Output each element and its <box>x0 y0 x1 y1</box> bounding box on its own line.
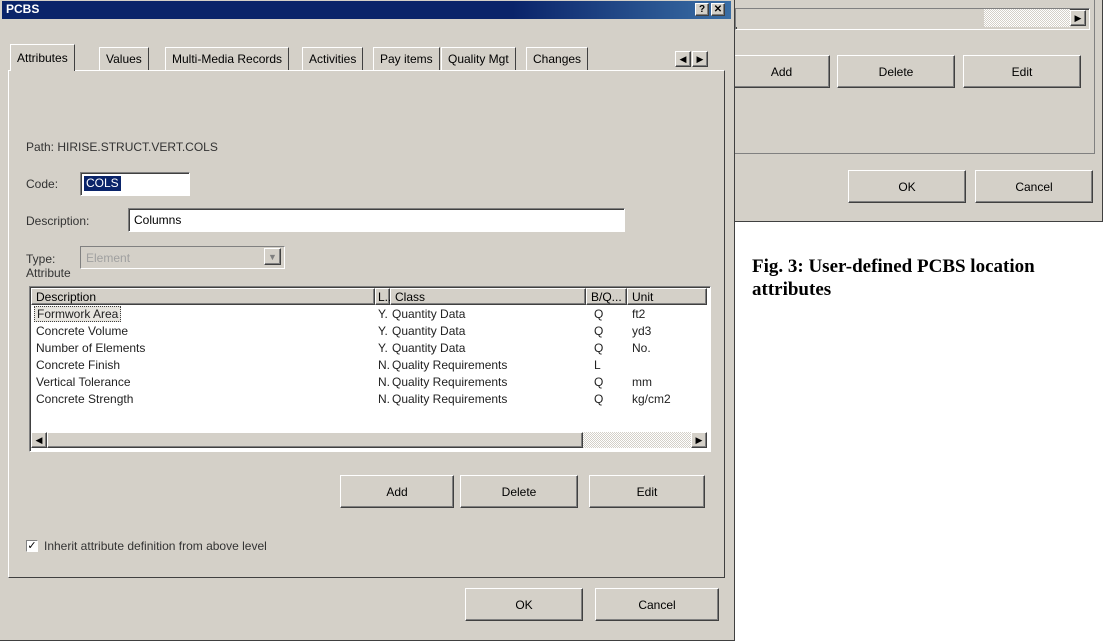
cell-class: Quality Requirements <box>392 358 508 372</box>
description-label: Description: <box>26 214 90 228</box>
cell-bq: Q <box>594 375 604 389</box>
cell-class: Quantity Data <box>392 324 466 338</box>
cell-description: Concrete Finish <box>36 358 121 372</box>
tab-activities[interactable]: Activities <box>302 47 364 70</box>
cell-bq: Q <box>594 392 604 406</box>
cell-description: Concrete Strength <box>36 392 134 406</box>
background-add-button[interactable]: Add <box>733 55 830 88</box>
title-bar[interactable]: PCBS ? ✕ <box>2 1 731 19</box>
background-cancel-button[interactable]: Cancel <box>975 170 1093 203</box>
cell-bq: Q <box>594 324 604 338</box>
cell-class: Quantity Data <box>392 341 466 355</box>
tab-pay-items[interactable]: Pay items <box>373 47 440 70</box>
delete-button[interactable]: Delete <box>460 475 578 508</box>
chevron-down-icon[interactable]: ▼ <box>264 248 281 265</box>
cancel-button[interactable]: Cancel <box>595 588 719 621</box>
ok-button[interactable]: OK <box>465 588 583 621</box>
tab-quality-mgt[interactable]: Quality Mgt <box>441 47 516 70</box>
attribute-rows: Formwork Area Y. Quantity Data Q ft2 Con… <box>31 306 707 430</box>
cell-bq: Q <box>594 341 604 355</box>
path-label: Path: HIRISE.STRUCT.VERT.COLS <box>26 140 218 154</box>
scroll-right-icon[interactable]: ▶ <box>691 432 707 448</box>
background-edit-button[interactable]: Edit <box>963 55 1081 88</box>
table-row[interactable]: Concrete Volume Y. Quantity Data Q yd3 <box>31 323 707 339</box>
table-row[interactable]: Concrete Finish N. Quality Requirements … <box>31 357 707 373</box>
cell-bq: L <box>594 358 601 372</box>
background-delete-button[interactable]: Delete <box>837 55 955 88</box>
tab-scroll-left-icon[interactable]: ◀ <box>675 51 691 67</box>
tab-values[interactable]: Values <box>99 47 149 70</box>
attribute-label: Attribute <box>26 266 71 280</box>
background-scroll-thumb[interactable] <box>736 9 984 27</box>
cell-class: Quality Requirements <box>392 375 508 389</box>
add-button[interactable]: Add <box>340 475 454 508</box>
inherit-checkbox-label: Inherit attribute definition from above … <box>44 539 267 553</box>
cell-description: Formwork Area <box>34 306 122 322</box>
code-label: Code: <box>26 177 59 191</box>
help-icon[interactable]: ? <box>695 3 709 16</box>
cell-l: Y. <box>378 307 388 321</box>
cell-bq: Q <box>594 307 604 321</box>
cell-description: Concrete Volume <box>36 324 129 338</box>
background-dialog: ▶ Add Delete Edit OK Cancel <box>731 0 1103 222</box>
window-title: PCBS <box>6 2 40 16</box>
tab-changes[interactable]: Changes <box>526 47 589 70</box>
inherit-checkbox[interactable]: ✓ <box>26 540 38 552</box>
cell-l: Y. <box>378 324 388 338</box>
background-ok-button[interactable]: OK <box>848 170 966 203</box>
column-header-l[interactable]: L.. <box>375 288 391 305</box>
table-horizontal-scrollbar[interactable]: ◀ ▶ <box>31 432 707 448</box>
table-row[interactable]: Number of Elements Y. Quantity Data Q No… <box>31 340 707 356</box>
scroll-right-icon[interactable]: ▶ <box>1070 10 1086 26</box>
cell-class: Quantity Data <box>392 307 466 321</box>
figure-caption: Fig. 3: User-defined PCBS location attri… <box>752 256 1035 300</box>
cell-l: Y. <box>378 341 388 355</box>
cell-description: Number of Elements <box>36 341 146 355</box>
description-value: Columns <box>134 213 182 227</box>
column-header-bq[interactable]: B/Q... <box>586 288 627 305</box>
column-header-unit[interactable]: Unit <box>627 288 707 305</box>
cell-description: Vertical Tolerance <box>36 375 131 389</box>
tab-scroll-right-icon[interactable]: ▶ <box>692 51 708 67</box>
description-field[interactable]: Columns <box>128 208 625 232</box>
background-scroll-track <box>984 9 1070 27</box>
tab-multi-media-records[interactable]: Multi-Media Records <box>165 47 290 70</box>
cell-l: N. <box>378 358 390 372</box>
background-scrollbar[interactable]: ▶ <box>735 8 1090 30</box>
column-header-description[interactable]: Description <box>31 288 375 305</box>
type-value: Element <box>86 251 131 265</box>
cell-unit: No. <box>632 341 651 355</box>
cell-unit: mm <box>632 375 652 389</box>
column-header-class[interactable]: Class <box>390 288 586 305</box>
cell-l: N. <box>378 392 390 406</box>
table-row[interactable]: Concrete Strength N. Quality Requirement… <box>31 391 707 407</box>
pcbs-dialog: PCBS ? ✕ Attributes Values Multi-Media R… <box>0 0 735 641</box>
tab-attributes[interactable]: Attributes <box>10 44 75 71</box>
cell-unit: yd3 <box>632 324 652 338</box>
type-label: Type: <box>26 252 56 266</box>
type-select[interactable]: Element ▼ <box>80 246 285 269</box>
cell-class: Quality Requirements <box>392 392 508 406</box>
scroll-thumb[interactable] <box>47 432 583 448</box>
close-icon[interactable]: ✕ <box>711 3 725 16</box>
code-value-selected: COLS <box>84 176 121 191</box>
table-row[interactable]: Vertical Tolerance N. Quality Requiremen… <box>31 374 707 390</box>
cell-l: N. <box>378 375 390 389</box>
scroll-track <box>583 432 691 448</box>
cell-unit: ft2 <box>632 307 646 321</box>
cell-unit: kg/cm2 <box>632 392 671 406</box>
edit-button[interactable]: Edit <box>589 475 705 508</box>
scroll-left-icon[interactable]: ◀ <box>31 432 47 448</box>
attribute-table: Description L.. Class B/Q... Unit Formwo… <box>29 286 711 452</box>
table-row[interactable]: Formwork Area Y. Quantity Data Q ft2 <box>31 306 707 322</box>
code-field[interactable]: COLS <box>80 172 190 196</box>
